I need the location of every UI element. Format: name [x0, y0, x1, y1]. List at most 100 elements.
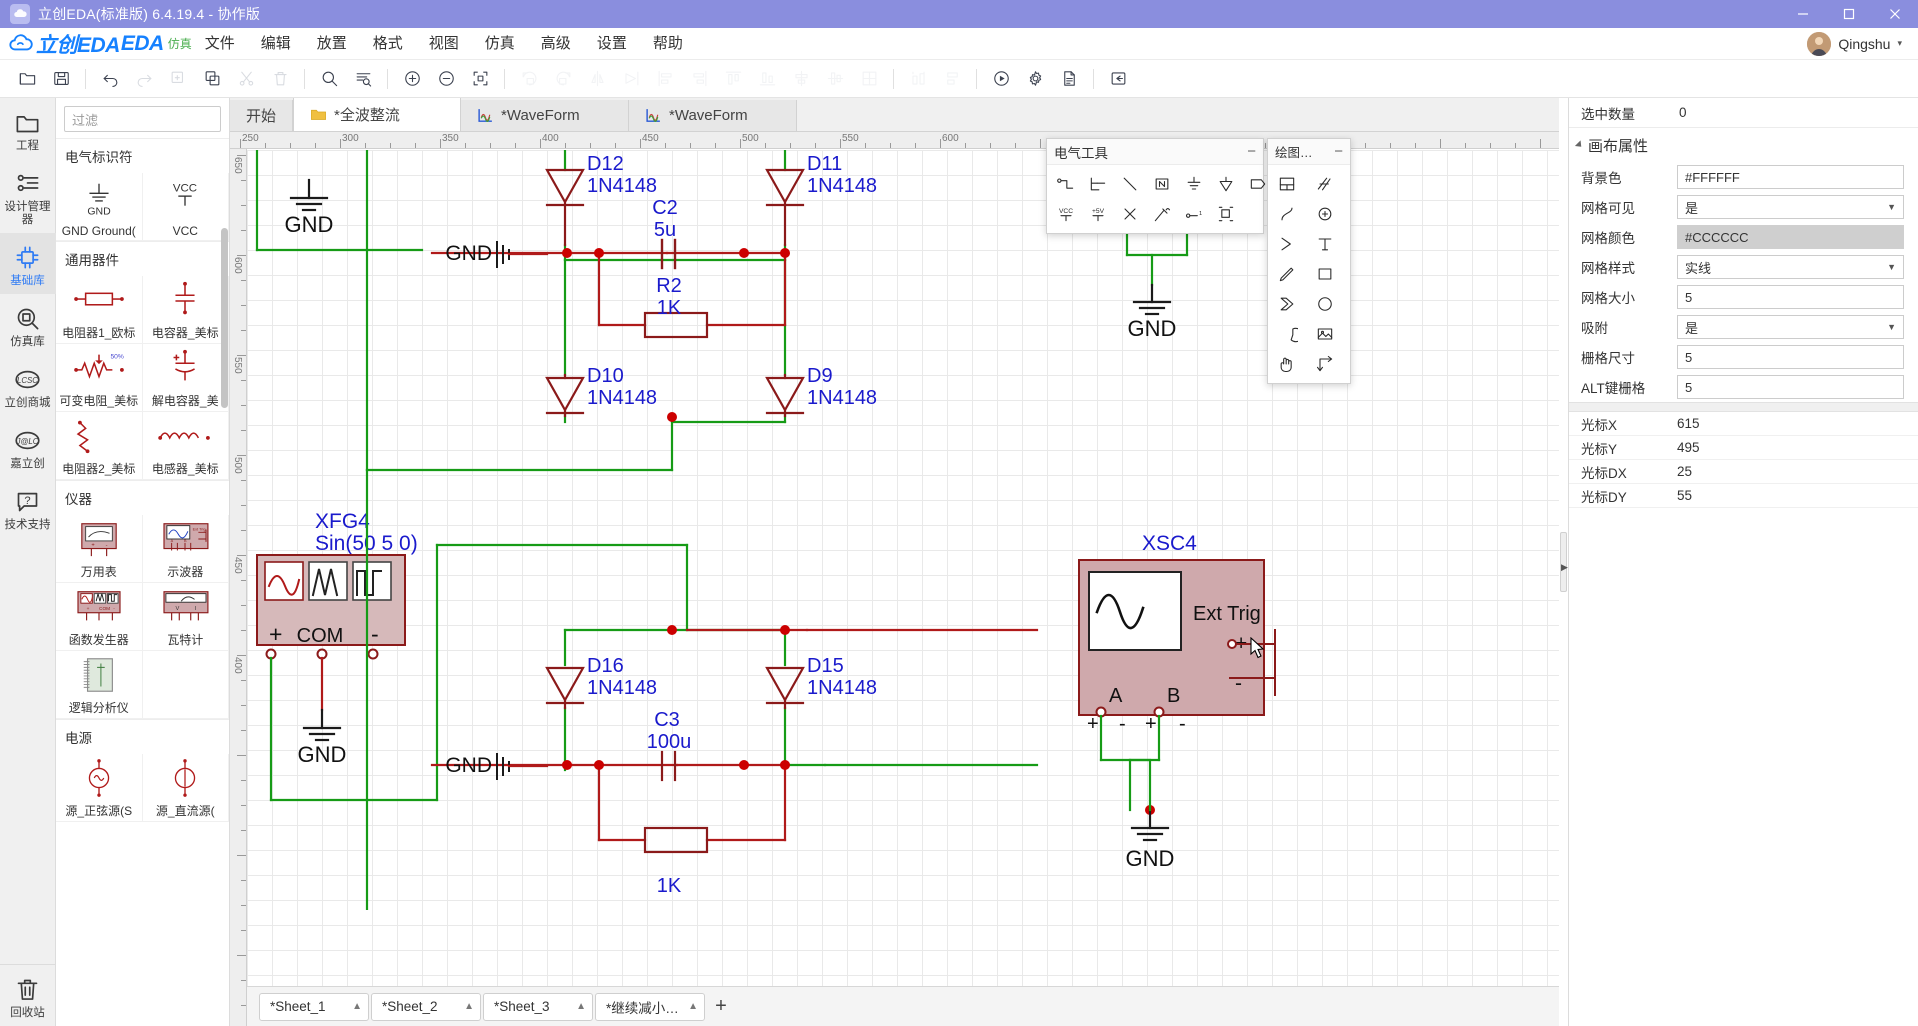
sidebar-item-1[interactable]: 设计管理器 — [0, 159, 56, 233]
library-item[interactable]: 源_直流源( — [142, 754, 229, 822]
property-value-field[interactable]: 5 — [1677, 375, 1904, 399]
sheet-tab-0[interactable]: *Sheet_1 ▲ — [259, 992, 369, 1021]
line-tool-icon[interactable] — [1115, 170, 1145, 198]
menu-item-4[interactable]: 视图 — [416, 28, 472, 60]
bus-tool-icon[interactable] — [1083, 170, 1113, 198]
library-item[interactable]: 电阻器2_美标 — [56, 412, 143, 480]
copy-icon[interactable] — [161, 64, 195, 94]
window-minimize-button[interactable] — [1780, 0, 1826, 28]
rotate-right-icon[interactable] — [546, 64, 580, 94]
property-value-field[interactable]: 是 ▼ — [1677, 315, 1904, 339]
canvas-properties-section-header[interactable]: 画布属性 — [1569, 128, 1918, 162]
tab-0[interactable]: 开始 — [230, 100, 294, 131]
rect-tool-icon[interactable] — [1310, 260, 1340, 288]
search-icon[interactable] — [312, 64, 346, 94]
chevron-down-icon[interactable]: ▾ — [1897, 38, 1902, 49]
chevron-up-icon[interactable]: ▲ — [352, 1001, 362, 1012]
distribute-v-icon[interactable] — [935, 64, 969, 94]
canvas-tool-icon[interactable] — [1272, 170, 1302, 198]
panel-splitter[interactable]: ▶ — [1559, 98, 1568, 1026]
no-connect-tool-icon[interactable] — [1115, 200, 1145, 228]
menu-item-3[interactable]: 格式 — [360, 28, 416, 60]
fit-screen-icon[interactable] — [463, 64, 497, 94]
property-value-field[interactable]: #CCCCCC — [1677, 225, 1904, 249]
sidebar-item-3[interactable]: 仿真库 — [0, 294, 56, 355]
tab-2[interactable]: *WaveForm — [461, 100, 630, 131]
rotate-left-icon[interactable] — [512, 64, 546, 94]
add-circle-tool-icon[interactable] — [1310, 200, 1340, 228]
probe-tool-icon[interactable] — [1147, 200, 1177, 228]
chevron-up-icon[interactable]: ▲ — [576, 1001, 586, 1012]
collapse-arrow-icon[interactable]: ▶ — [1561, 562, 1568, 573]
sheet-tab-1[interactable]: *Sheet_2 ▲ — [371, 992, 481, 1021]
library-item[interactable]: + - 万用表 — [56, 515, 143, 583]
simulation-settings-icon[interactable] — [1018, 64, 1052, 94]
distribute-grid-icon[interactable] — [852, 64, 886, 94]
sidebar-item-6[interactable]: ? 技术支持 — [0, 477, 56, 538]
align-center-h-icon[interactable] — [818, 64, 852, 94]
tab-3[interactable]: *WaveForm — [629, 100, 798, 131]
sidebar-item-recycle-bin[interactable]: 回收站 — [0, 964, 56, 1026]
menu-item-7[interactable]: 设置 — [584, 28, 640, 60]
library-item[interactable]: Ext Trig A B 示波器 — [142, 515, 229, 583]
vcc-symbol-tool-icon[interactable]: VCC — [1051, 200, 1081, 228]
library-item[interactable]: 逻辑分析仪 — [56, 651, 143, 719]
sidebar-item-5[interactable]: J@LC 嘉立创 — [0, 416, 56, 477]
align-left-icon[interactable] — [648, 64, 682, 94]
align-center-v-icon[interactable] — [784, 64, 818, 94]
window-close-button[interactable] — [1872, 0, 1918, 28]
zoom-in-icon[interactable] — [395, 64, 429, 94]
polyline-tool-icon[interactable] — [1310, 170, 1340, 198]
window-maximize-button[interactable] — [1826, 0, 1872, 28]
sidebar-item-0[interactable]: 工程 — [0, 98, 56, 159]
minimize-icon[interactable]: − — [1247, 143, 1256, 160]
library-item[interactable]: V I 瓦特计 — [142, 583, 229, 651]
netlabel-tool-icon[interactable] — [1147, 170, 1177, 198]
align-top-icon[interactable] — [716, 64, 750, 94]
undo-icon[interactable] — [93, 64, 127, 94]
drawing-tools-palette[interactable]: 绘图… − — [1267, 138, 1351, 384]
library-item[interactable]: 电感器_美标 — [142, 412, 229, 480]
library-item[interactable]: 50% 可变电阻_美标 — [56, 344, 143, 412]
wire-tool-icon[interactable] — [1051, 170, 1081, 198]
cut-icon[interactable] — [229, 64, 263, 94]
electrical-tools-palette[interactable]: 电气工具 − VCC +5V 1 — [1046, 138, 1266, 234]
netflag-tool-icon[interactable] — [1179, 170, 1209, 198]
chevron-down-icon[interactable]: ▼ — [1887, 202, 1896, 212]
library-item[interactable]: GND GND Ground( — [56, 173, 143, 241]
run-simulation-icon[interactable] — [984, 64, 1018, 94]
plus5v-symbol-tool-icon[interactable]: +5V — [1083, 200, 1113, 228]
pie-tool-icon[interactable] — [1272, 320, 1302, 348]
paste-icon[interactable] — [195, 64, 229, 94]
align-right-icon[interactable] — [682, 64, 716, 94]
pencil-tool-icon[interactable] — [1272, 260, 1302, 288]
mirror-h-icon[interactable] — [580, 64, 614, 94]
text-tool-icon[interactable] — [1310, 230, 1340, 258]
mirror-v-icon[interactable] — [614, 64, 648, 94]
report-icon[interactable] — [1052, 64, 1086, 94]
import-icon[interactable] — [1101, 64, 1135, 94]
arc-tool-icon[interactable] — [1272, 200, 1302, 228]
property-value-field[interactable]: 5 — [1677, 345, 1904, 369]
add-sheet-button[interactable]: + — [707, 993, 735, 1021]
property-value-field[interactable]: 实线 ▼ — [1677, 255, 1904, 279]
polygon-tool-icon[interactable] — [1272, 230, 1302, 258]
save-icon[interactable] — [44, 64, 78, 94]
library-item[interactable] — [142, 651, 229, 719]
library-item[interactable]: 电阻器1_欧标 — [56, 276, 143, 344]
distribute-h-icon[interactable] — [901, 64, 935, 94]
library-scrollbar[interactable] — [221, 228, 228, 408]
chevron-down-icon[interactable]: ▼ — [1887, 322, 1896, 332]
schematic-sheet[interactable]: GND GND GND D12 1N4148 D11 1N4148 C2 5u … — [247, 150, 1559, 1026]
image-tool-icon[interactable] — [1310, 320, 1340, 348]
sheet-tab-3[interactable]: *继续减小… ▲ — [595, 992, 705, 1021]
circle-tool-icon[interactable] — [1310, 290, 1340, 318]
user-account[interactable]: Qingshu ▾ — [1807, 31, 1902, 56]
sidebar-item-4[interactable]: LCSC 立创商城 — [0, 355, 56, 416]
library-item[interactable]: 电容器_美标 — [142, 276, 229, 344]
library-item[interactable]: + COM - 函数发生器 — [56, 583, 143, 651]
open-icon[interactable] — [10, 64, 44, 94]
property-value-field[interactable]: 5 — [1677, 285, 1904, 309]
chevron-up-icon[interactable]: ▲ — [464, 1001, 474, 1012]
library-item[interactable]: 解电容器_美 — [142, 344, 229, 412]
